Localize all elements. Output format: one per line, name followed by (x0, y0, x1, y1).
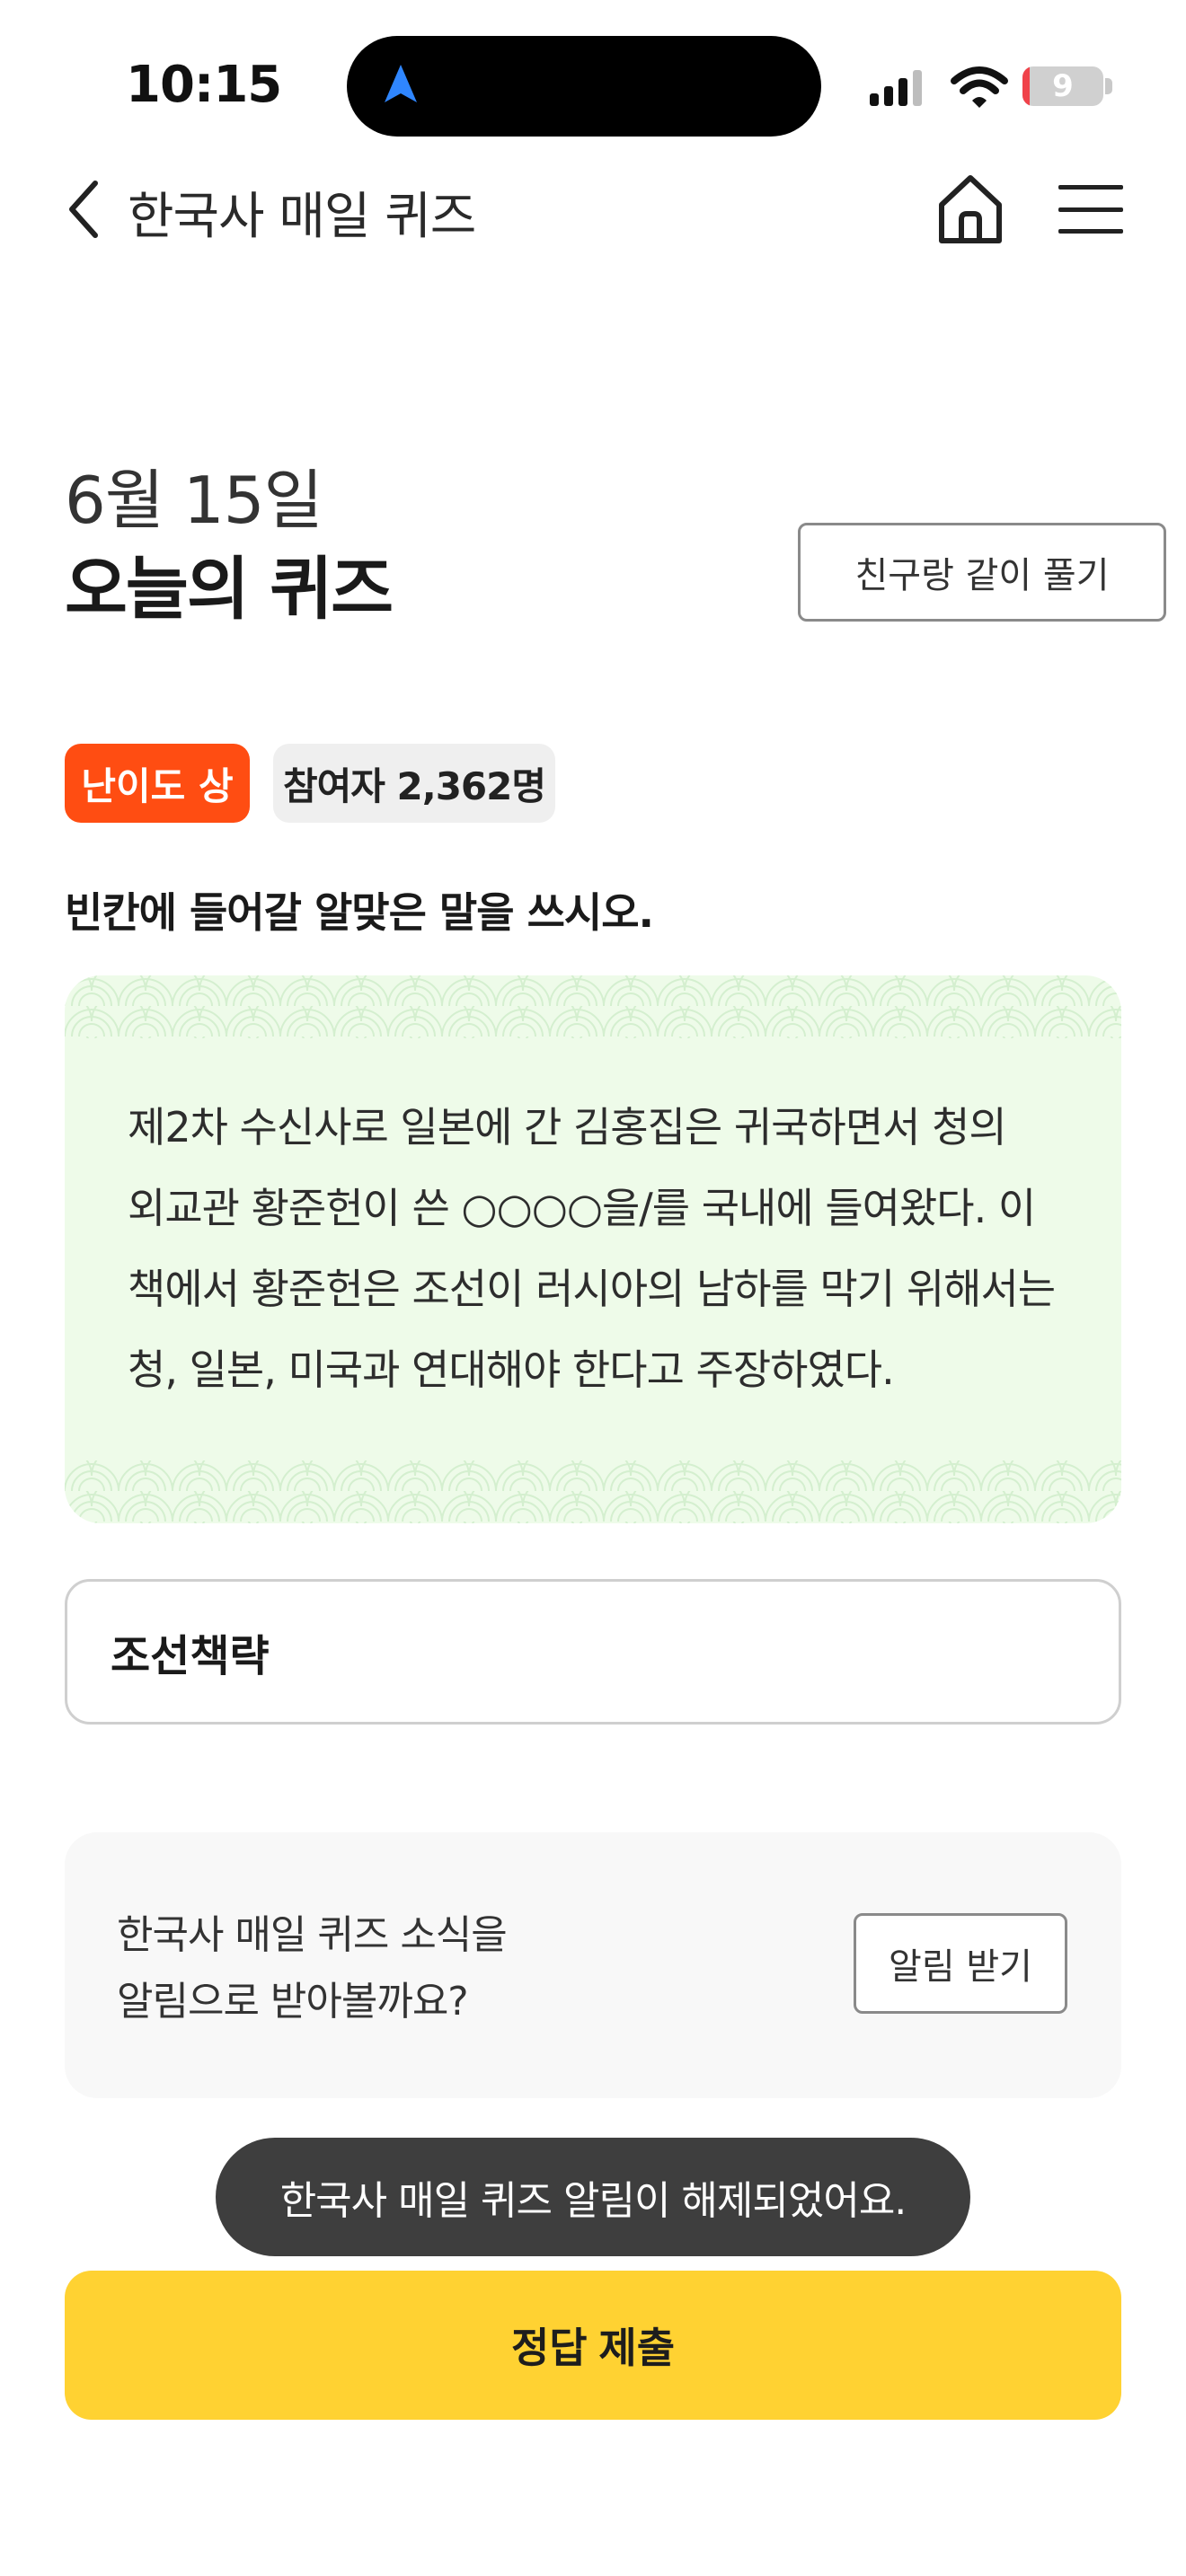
answer-input[interactable] (111, 1582, 1063, 1722)
notification-line: 한국사 매일 퀴즈 소식을 (117, 1912, 508, 1958)
passage-line: 제2차 수신사로 일본에 간 김홍집은 귀국하면서 청의 (128, 1103, 1007, 1151)
cellular-signal-icon (870, 70, 922, 106)
passage-line: 외교관 황준헌이 쓴 ○○○○을/를 국내에 들여왔다. 이 (128, 1184, 1036, 1232)
wave-pattern-bottom (65, 1460, 1121, 1523)
nav-title: 한국사 매일 퀴즈 (128, 188, 476, 246)
battery-tip (1105, 78, 1112, 94)
navigation-arrow-icon (385, 65, 417, 102)
menu-icon[interactable] (1058, 183, 1123, 235)
notification-message: 한국사 매일 퀴즈 소식을 알림으로 받아볼까요? (117, 1902, 508, 2035)
passage-line: 책에서 황준헌은 조선이 러시아의 남하를 막기 위해서는 (128, 1265, 1056, 1313)
difficulty-badge: 난이도 상 (65, 744, 250, 823)
wifi-icon (951, 66, 1008, 108)
passage-line: 청, 일본, 미국과 연대해야 한다고 주장하였다. (128, 1345, 895, 1394)
battery-indicator: 9 (1022, 66, 1103, 106)
page-title: 오늘의 퀴즈 (65, 549, 394, 629)
notification-line: 알림으로 받아볼까요? (117, 1979, 469, 2025)
toast-message: 한국사 매일 퀴즈 알림이 해제되었어요. (216, 2138, 970, 2256)
back-chevron-icon[interactable] (63, 178, 106, 241)
passage-text: 제2차 수신사로 일본에 간 김홍집은 귀국하면서 청의 외교관 황준헌이 쓴 … (128, 1087, 1080, 1410)
battery-level: 9 (1052, 68, 1074, 104)
submit-answer-button[interactable]: 정답 제출 (65, 2271, 1121, 2420)
status-time: 10:15 (126, 56, 282, 114)
participants-badge: 참여자 2,362명 (273, 744, 555, 823)
solve-with-friend-button[interactable]: 친구랑 같이 풀기 (798, 523, 1166, 622)
answer-field[interactable] (65, 1579, 1121, 1725)
question-prompt: 빈칸에 들어갈 알맞은 말을 쓰시오. (65, 888, 654, 937)
home-icon[interactable] (934, 171, 1006, 246)
notification-card: 한국사 매일 퀴즈 소식을 알림으로 받아볼까요? 알림 받기 (65, 1832, 1121, 2098)
quiz-passage: 제2차 수신사로 일본에 간 김홍집은 귀국하면서 청의 외교관 황준헌이 쓴 … (65, 975, 1121, 1523)
receive-notifications-button[interactable]: 알림 받기 (854, 1913, 1067, 2014)
quiz-date: 6월 15일 (65, 463, 323, 538)
wave-pattern-top (65, 975, 1121, 1038)
